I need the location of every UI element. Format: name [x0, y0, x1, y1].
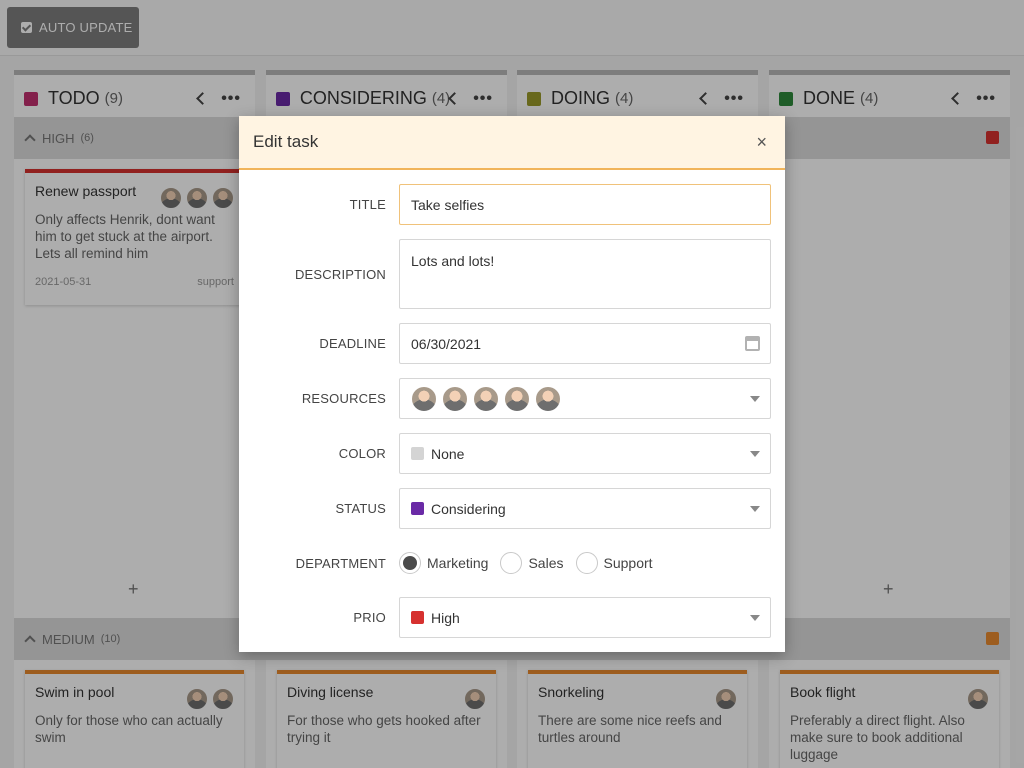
chevron-down-icon[interactable] [750, 451, 760, 457]
title-input[interactable]: Take selfies [399, 184, 771, 225]
status-label: STATUS [335, 501, 386, 516]
department-label: DEPARTMENT [295, 555, 386, 571]
department-radio-support[interactable]: Support [575, 552, 653, 574]
department-radio-marketing[interactable]: Marketing [399, 552, 488, 574]
calendar-icon[interactable] [745, 336, 760, 351]
color-label: COLOR [338, 446, 386, 461]
status-value: Considering [431, 500, 506, 517]
status-swatch [411, 502, 424, 515]
deadline-value: 06/30/2021 [411, 335, 482, 352]
resources-label: RESOURCES [301, 391, 386, 406]
radio-button[interactable] [500, 552, 523, 574]
radio-label: Support [603, 555, 653, 571]
chevron-down-icon[interactable] [750, 396, 760, 402]
prio-select[interactable]: High [399, 597, 771, 638]
radio-button[interactable] [575, 552, 598, 574]
color-swatch [411, 447, 424, 460]
description-textarea[interactable]: Lots and lots! [399, 239, 771, 309]
radio-label: Sales [528, 555, 564, 571]
title-value: Take selfies [411, 196, 485, 213]
chevron-down-icon[interactable] [750, 506, 760, 512]
description-label: DESCRIPTION [294, 266, 386, 282]
dialog-title: Edit task [253, 132, 319, 151]
close-icon[interactable]: × [756, 132, 767, 153]
resources-select[interactable] [399, 378, 771, 419]
title-label: TITLE [349, 197, 386, 212]
description-value: Lots and lots! [411, 253, 495, 269]
deadline-label: DEADLINE [319, 336, 386, 351]
status-select[interactable]: Considering [399, 488, 771, 529]
prio-value: High [431, 609, 460, 626]
avatar [535, 385, 561, 412]
dialog-header: Edit task [239, 116, 785, 170]
chevron-down-icon[interactable] [750, 615, 760, 621]
prio-swatch [411, 611, 424, 624]
color-value: None [431, 445, 465, 462]
avatar [411, 385, 437, 412]
edit-task-dialog: Edit task × TITLE Take selfies DESCRIPTI… [239, 116, 785, 652]
radio-button[interactable] [399, 552, 421, 574]
radio-label: Marketing [427, 555, 489, 571]
department-radio-group: Marketing Sales Support [399, 552, 653, 574]
department-radio-sales[interactable]: Sales [500, 552, 564, 574]
avatar [442, 385, 468, 412]
color-select[interactable]: None [399, 433, 771, 474]
avatar [504, 385, 530, 412]
prio-label: PRIO [353, 610, 386, 625]
avatar [473, 385, 499, 412]
deadline-input[interactable]: 06/30/2021 [399, 323, 771, 364]
